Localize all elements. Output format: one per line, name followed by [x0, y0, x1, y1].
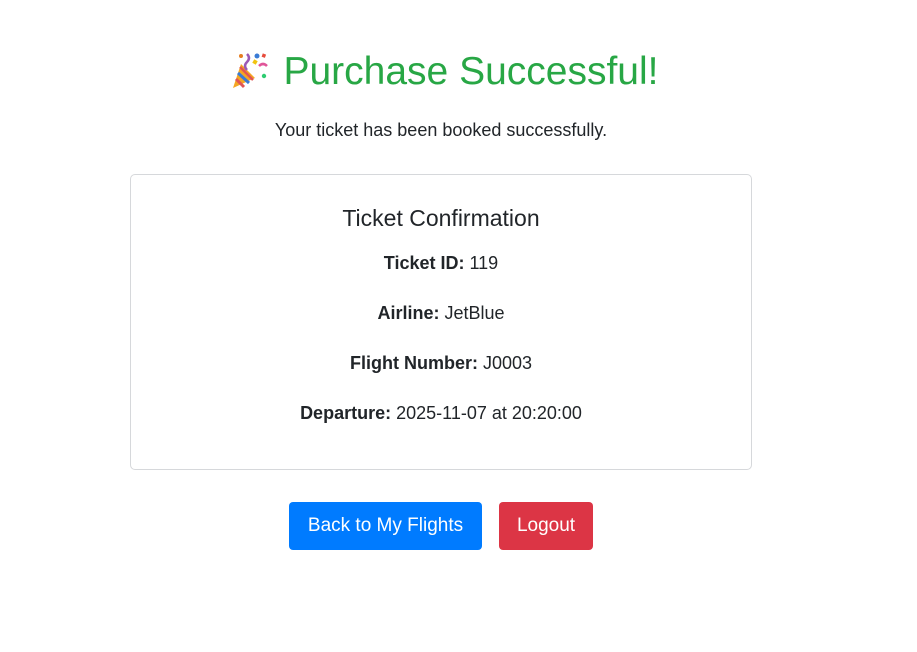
logout-button[interactable]: Logout [499, 502, 593, 550]
departure-value: 2025-11-07 at 20:20:00 [396, 403, 582, 423]
departure-label: Departure: [300, 403, 392, 423]
party-popper-icon [233, 53, 269, 89]
airline-label: Airline: [377, 303, 440, 323]
departure-row: Departure: 2025-11-07 at 20:20:00 [131, 401, 751, 425]
flight-number-label: Flight Number: [349, 353, 478, 373]
ticket-id-label: Ticket ID: [383, 253, 465, 273]
ticket-id-row: Ticket ID: 119 [131, 251, 751, 275]
flight-number-value: J0003 [482, 353, 533, 373]
purchase-success-page: Purchase Successful! Your ticket has bee… [0, 0, 917, 652]
success-message: Your ticket has been booked successfully… [274, 120, 608, 140]
ticket-id-value: 119 [469, 253, 499, 273]
airline-value: JetBlue [444, 303, 505, 323]
back-to-my-flights-button[interactable]: Back to My Flights [289, 502, 482, 550]
page-title: Purchase Successful! [0, 46, 888, 98]
ticket-confirmation-card: Ticket Confirmation Ticket ID: 119 Airli… [130, 174, 752, 470]
card-title: Ticket Confirmation [342, 205, 540, 231]
flight-number-row: Flight Number: J0003 [131, 351, 751, 375]
airline-row: Airline: JetBlue [131, 301, 751, 325]
page-title-text: Purchase Successful! [283, 50, 659, 93]
